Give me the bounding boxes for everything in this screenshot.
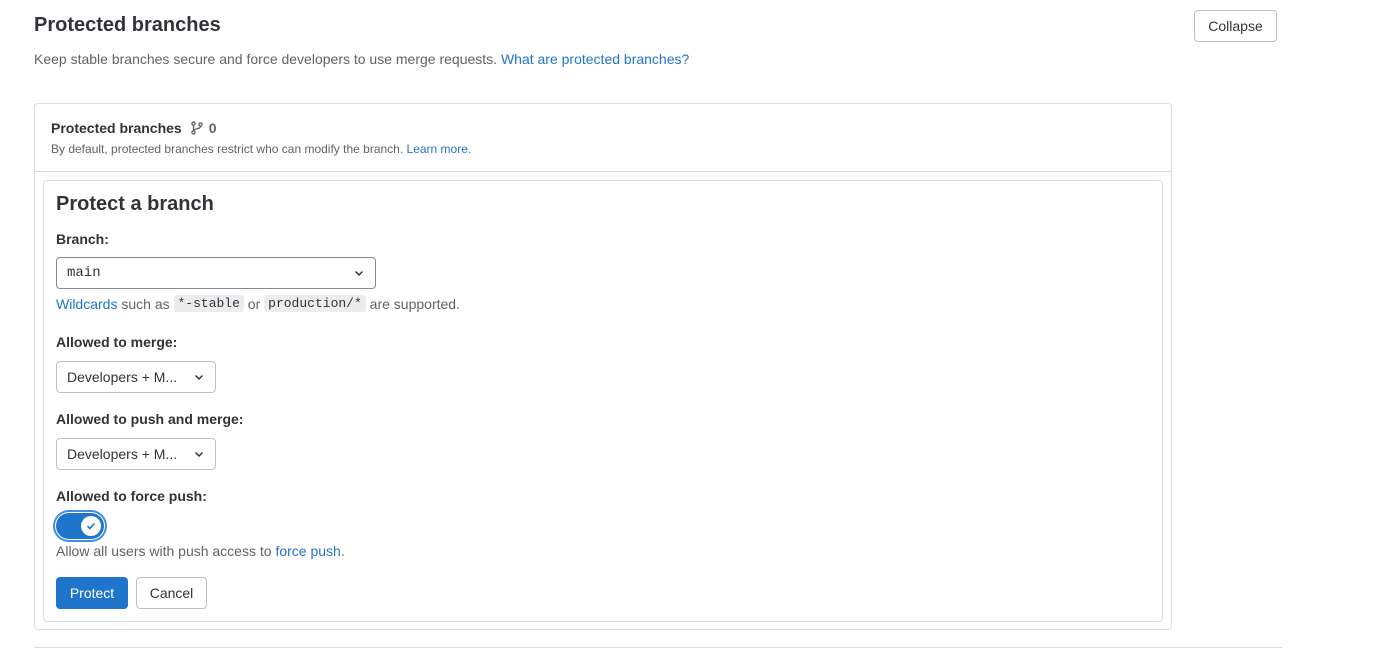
branch-select-value: main	[67, 265, 101, 281]
collapse-button[interactable]: Collapse	[1194, 10, 1277, 42]
force-push-help-text: Allow all users with push access to	[56, 543, 276, 559]
allowed-to-merge-label: Allowed to merge:	[56, 334, 178, 350]
protect-button[interactable]: Protect	[56, 577, 128, 609]
wildcards-link[interactable]: Wildcards	[56, 296, 117, 312]
force-push-help-end: .	[340, 543, 345, 559]
form-heading: Protect a branch	[56, 193, 214, 215]
page-title: Protected branches	[34, 14, 221, 36]
branch-icon	[190, 121, 203, 135]
branch-select[interactable]: main	[56, 257, 376, 289]
what-are-protected-branches-link[interactable]: What are protected branches?	[501, 51, 689, 67]
wildcard-example-production: production/*	[264, 295, 366, 312]
allowed-to-push-value: Developers + M...	[67, 446, 178, 462]
allowed-to-force-push-label: Allowed to force push:	[56, 488, 207, 504]
card-title: Protected branches	[51, 120, 182, 136]
protected-branches-card: Protected branches 0 By default, protect…	[34, 103, 1172, 630]
chevron-down-icon	[194, 374, 204, 381]
wildcards-text-1: such as	[117, 295, 174, 312]
card-header: Protected branches 0 By default, protect…	[35, 104, 1171, 172]
description-text: Keep stable branches secure and force de…	[34, 51, 498, 67]
cancel-button[interactable]: Cancel	[136, 577, 207, 609]
force-push-help: Allow all users with push access to forc…	[56, 543, 345, 559]
wildcard-example-stable: *-stable	[173, 295, 244, 312]
learn-more-link[interactable]: Learn more.	[407, 142, 472, 156]
toggle-knob	[81, 516, 101, 536]
bottom-divider	[34, 647, 1282, 648]
branch-count-value: 0	[208, 120, 217, 136]
check-icon	[86, 522, 96, 530]
protect-branch-form: Protect a branch Branch: main Wildcards …	[43, 180, 1163, 622]
card-title-row: Protected branches 0	[51, 120, 217, 136]
force-push-toggle[interactable]	[56, 513, 104, 539]
card-description-text: By default, protected branches restrict …	[51, 142, 404, 156]
branch-count: 0	[190, 120, 217, 136]
allowed-to-push-label: Allowed to push and merge:	[56, 411, 244, 427]
allowed-to-push-dropdown[interactable]: Developers + M...	[56, 438, 216, 470]
wildcards-help: Wildcards such as *-stable or production…	[56, 295, 460, 312]
chevron-down-icon	[194, 451, 204, 458]
chevron-down-icon	[354, 270, 364, 277]
branch-label: Branch:	[56, 231, 109, 247]
card-description: By default, protected branches restrict …	[51, 142, 471, 156]
wildcards-text-3: are supported.	[365, 295, 460, 312]
page-description: Keep stable branches secure and force de…	[34, 51, 689, 67]
allowed-to-merge-dropdown[interactable]: Developers + M...	[56, 361, 216, 393]
force-push-link[interactable]: force push	[275, 543, 340, 559]
wildcards-text-2: or	[243, 295, 265, 312]
allowed-to-merge-value: Developers + M...	[67, 369, 178, 385]
